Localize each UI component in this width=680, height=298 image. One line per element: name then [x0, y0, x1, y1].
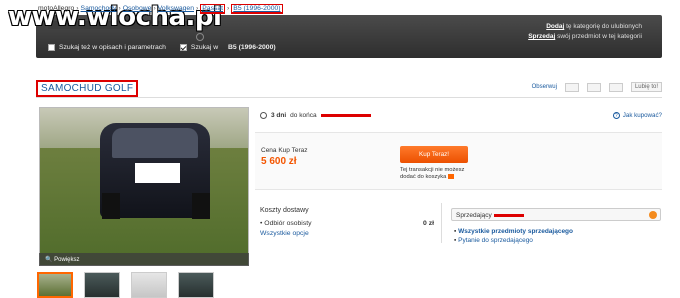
shipping-section: Koszty dostawy • Odbiór osobisty 0 zł Ws… [260, 207, 434, 237]
search-icon[interactable] [196, 33, 204, 41]
thumbnail[interactable] [37, 272, 73, 298]
divider [441, 203, 442, 243]
price-box: Cena Kup Teraz 5 600 zł Kup Teraz! Tej t… [255, 132, 662, 190]
checkbox-icon[interactable] [48, 44, 55, 51]
all-shipping-options-link[interactable]: Wszystkie opcje [260, 230, 434, 237]
print-icon[interactable] [564, 82, 579, 92]
breadcrumb-item-cars[interactable]: Samochody [81, 5, 117, 12]
breadcrumb-item-home[interactable]: motoAllegro [38, 5, 74, 12]
breadcrumb-item-passenger[interactable]: Osobowe [123, 5, 152, 12]
seller-items-link[interactable]: Wszystkie przedmioty sprzedającego [458, 228, 573, 235]
breadcrumb-item-volkswagen[interactable]: Volkswagen [158, 5, 194, 12]
censored-plate [135, 163, 180, 183]
page-title: SAMOCHUD GOLF [36, 80, 139, 97]
breadcrumb-item-b5[interactable]: B5 (1996-2000) [231, 4, 283, 14]
like-button[interactable]: Lubię to! [630, 82, 662, 92]
price-value: 5 600 zł [261, 156, 297, 167]
share-icon[interactable] [586, 82, 601, 92]
thumbnail[interactable] [178, 272, 214, 298]
plusone-icon[interactable] [608, 82, 623, 92]
thumbnail[interactable] [131, 272, 167, 298]
main-photo[interactable] [39, 107, 249, 266]
censored-mark [493, 213, 524, 217]
search-category-checkbox[interactable]: Szukaj w B5 (1996-2000) [179, 44, 276, 51]
seller-links: ▪ Wszystkie przedmioty sprzedającego ▪ P… [454, 228, 573, 244]
divider [36, 97, 662, 98]
checkbox-checked-icon[interactable] [179, 44, 187, 51]
add-favorite-link[interactable]: Dodaj [546, 23, 564, 30]
zoom-button[interactable]: 🔍 Powiększ [39, 253, 249, 266]
watch-link[interactable]: Obserwuj [532, 84, 557, 90]
censored-mark [320, 114, 371, 117]
breadcrumb: motoAllegro › Samochody › Osobowe › Volkswagen… [38, 4, 283, 14]
how-to-buy-link[interactable]: ? Jak kupować? [612, 112, 662, 119]
ask-seller-link[interactable]: Pytanie do sprzedającego [458, 237, 533, 244]
help-icon: ? [612, 112, 620, 119]
cart-note: Tej transakcji nie możesz dodać do koszy… [400, 167, 465, 181]
item-actions: Obserwuj Lubię to! [532, 82, 662, 92]
buy-now-button[interactable]: Kup Teraz! [400, 146, 468, 163]
seller-box[interactable]: Sprzedający [451, 208, 661, 221]
shipping-title: Koszty dostawy [260, 207, 309, 214]
thumbnail[interactable] [84, 272, 120, 298]
breadcrumb-item-passat[interactable]: Passat [200, 4, 226, 14]
seller-rating-icon [649, 211, 657, 219]
search-descriptions-checkbox[interactable]: Szukaj też w opisach i parametrach [48, 44, 166, 51]
thumbnail-strip [37, 272, 214, 298]
time-remaining: 3 dni do końca [260, 112, 371, 119]
price-label: Cena Kup Teraz [261, 147, 308, 154]
category-actions: Dodaj tę kategorię do ulubionych Sprzeda… [528, 23, 642, 40]
shipping-row: • Odbiór osobisty 0 zł [260, 220, 434, 227]
cart-icon [448, 174, 455, 179]
sell-item-link[interactable]: Sprzedaj [528, 33, 555, 40]
clock-icon [260, 112, 267, 119]
